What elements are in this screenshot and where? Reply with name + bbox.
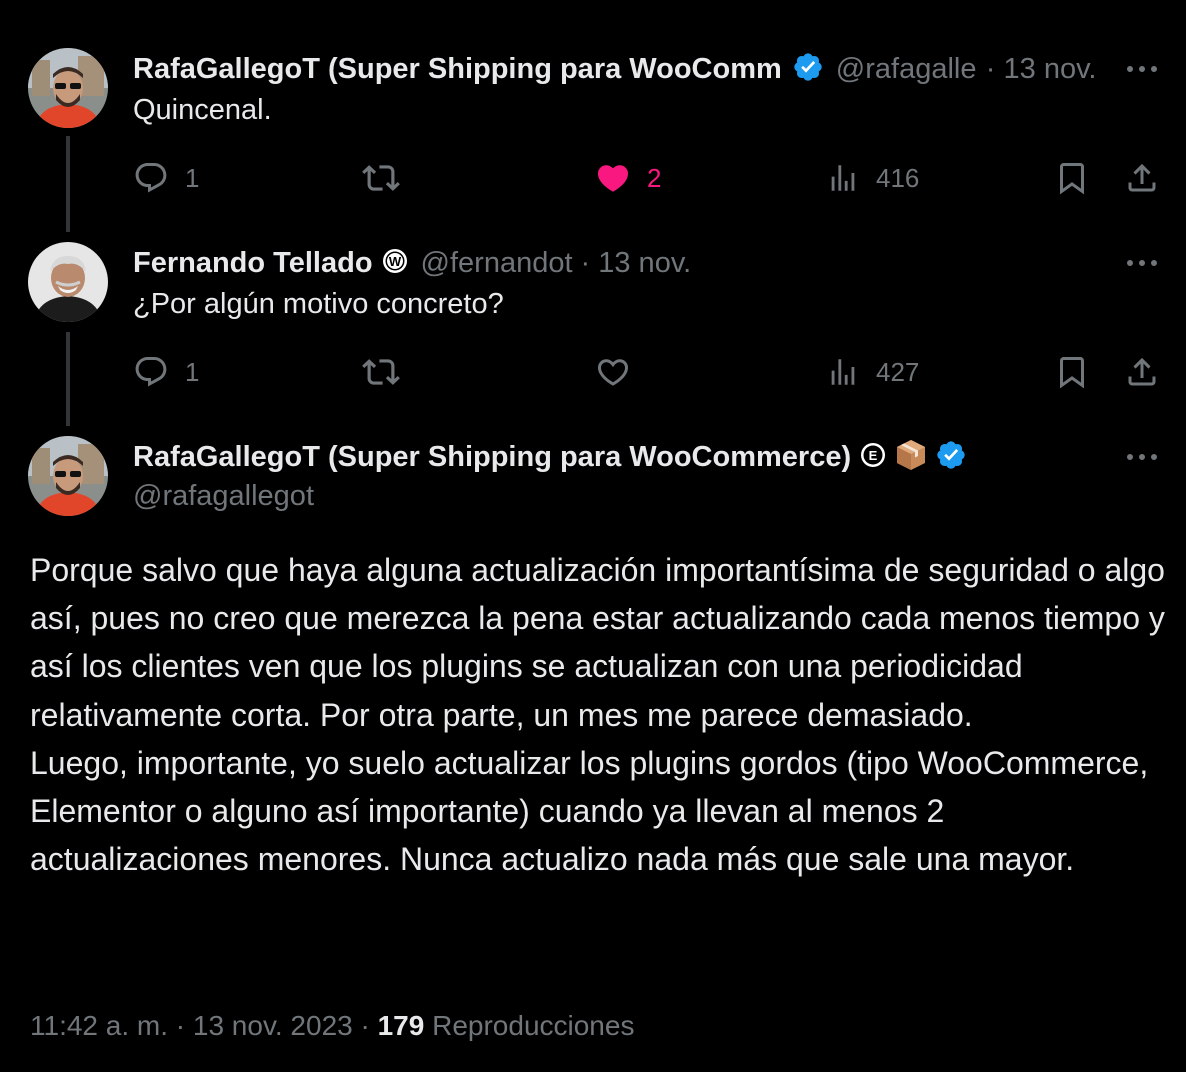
thread-line-1 <box>66 136 70 232</box>
views-count: 427 <box>876 356 920 387</box>
views-number: 179 <box>377 1010 425 1041</box>
box-icon <box>895 438 927 477</box>
views-button[interactable]: 427 <box>826 352 919 392</box>
author-name[interactable]: RafaGallegoT (Super Shipping para WooCom… <box>133 53 782 86</box>
tweet-time[interactable]: · 13 nov. <box>986 53 1097 86</box>
author-name[interactable]: Fernando Tellado <box>133 247 373 280</box>
views-button[interactable]: 416 <box>826 158 919 198</box>
tweet-meta: 11:42 a. m. · 13 nov. 2023 · 179 Reprodu… <box>30 1010 634 1042</box>
avatar-rafagallegot[interactable] <box>28 48 108 128</box>
share-icon <box>1124 354 1160 390</box>
verified-badge-icon <box>935 439 967 476</box>
views-count: 416 <box>876 162 920 193</box>
retweet-icon <box>362 159 400 197</box>
paragraph-2: Luego, importante, yo suelo actualizar l… <box>30 744 1149 878</box>
reply-count: 1 <box>185 162 200 193</box>
main-tweet-text: Porque salvo que haya alguna actualizaci… <box>30 546 1166 883</box>
tweet-text: ¿Por algún motivo concreto? <box>133 288 504 320</box>
heart-icon <box>595 160 631 196</box>
e-badge-icon: E <box>859 441 887 474</box>
reply-button[interactable]: 1 <box>133 158 199 198</box>
timestamp[interactable]: 11:42 a. m. · 13 nov. 2023 · <box>30 1010 370 1041</box>
reply-button[interactable]: 1 <box>133 352 199 392</box>
share-button[interactable] <box>1124 158 1160 198</box>
thread-line-2 <box>66 332 70 426</box>
tweet-time[interactable]: · 13 nov. <box>581 247 692 280</box>
more-icon[interactable] <box>1125 52 1159 86</box>
verified-badge-icon <box>792 51 824 88</box>
heart-icon <box>595 354 631 390</box>
views-label: Reproducciones <box>432 1010 635 1041</box>
share-icon <box>1124 160 1160 196</box>
views-icon <box>826 355 860 389</box>
author-handle[interactable]: @rafagallegot <box>133 480 314 513</box>
author-handle[interactable]: @rafagalle <box>836 53 976 86</box>
retweet-icon <box>362 353 400 391</box>
wordpress-badge-icon: W <box>381 247 409 280</box>
bookmark-icon <box>1054 160 1090 196</box>
tweet-text: Quincenal. <box>133 94 272 126</box>
share-button[interactable] <box>1124 352 1160 392</box>
more-icon[interactable] <box>1125 246 1159 280</box>
svg-text:E: E <box>869 448 878 463</box>
like-button[interactable]: 2 <box>595 158 661 198</box>
reply-count: 1 <box>185 356 200 387</box>
author-name[interactable]: RafaGallegoT (Super Shipping para WooCom… <box>133 441 851 474</box>
paragraph-1: Porque salvo que haya alguna actualizaci… <box>30 552 1165 733</box>
bookmark-button[interactable] <box>1054 158 1090 198</box>
retweet-button[interactable] <box>362 158 400 198</box>
views-icon <box>826 161 860 195</box>
avatar-fernandot[interactable] <box>28 242 108 322</box>
like-count: 2 <box>647 162 662 193</box>
reply-icon <box>133 160 169 196</box>
like-button[interactable] <box>595 352 631 392</box>
bookmark-button[interactable] <box>1054 352 1090 392</box>
bookmark-icon <box>1054 354 1090 390</box>
retweet-button[interactable] <box>362 352 400 392</box>
author-handle[interactable]: @fernandot <box>421 247 573 280</box>
svg-text:W: W <box>388 254 401 269</box>
avatar-rafagallegot[interactable] <box>28 436 108 516</box>
more-icon[interactable] <box>1125 440 1159 474</box>
reply-icon <box>133 354 169 390</box>
